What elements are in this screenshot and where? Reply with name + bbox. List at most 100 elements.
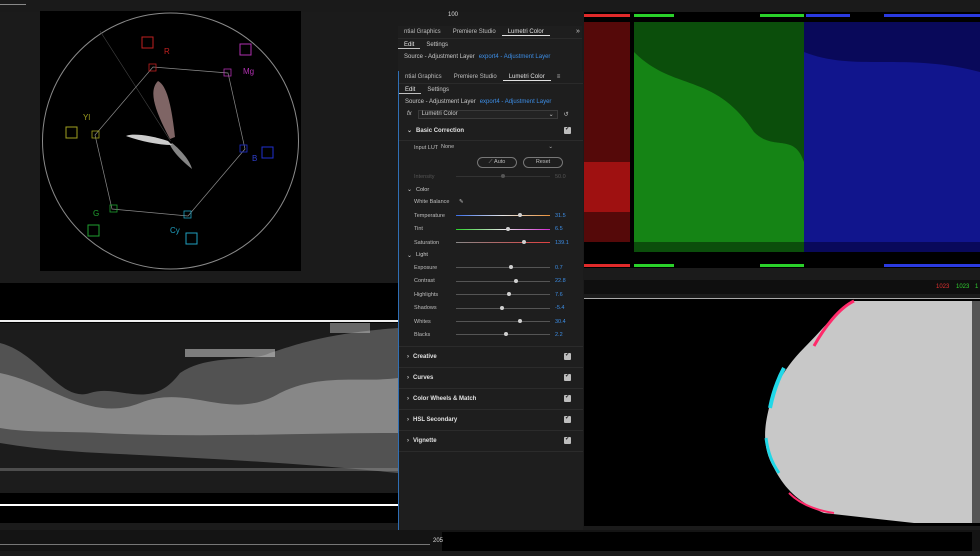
chevron-right-icon: ›: [407, 353, 409, 360]
section-vignette[interactable]: › Vignette: [399, 431, 583, 452]
temperature-value[interactable]: 31.5: [555, 213, 566, 219]
section-curves[interactable]: › Curves: [399, 368, 583, 389]
section-basic-correction[interactable]: ⌄ Basic Correction: [399, 121, 583, 141]
eyedropper-icon[interactable]: ✎: [459, 199, 464, 205]
color-sliders: Temperature 31.5 Tint 6.5 Saturation 139.1: [399, 209, 583, 249]
auto-button[interactable]: ⟋ Auto: [477, 156, 517, 168]
contrast-value[interactable]: 22.8: [555, 278, 566, 284]
white-balance-row: White Balance ✎: [399, 196, 583, 209]
reset-effect-icon[interactable]: ↺: [564, 111, 569, 118]
vectorscope-label-yl: Yl: [83, 113, 90, 122]
color-subsection[interactable]: ⌄ Color: [399, 184, 583, 196]
temperature-label: Temperature: [414, 212, 445, 219]
blacks-knob[interactable]: [503, 332, 508, 337]
lumetri-subtabs: Edit Settings: [399, 84, 583, 96]
exposure-value[interactable]: 0.7: [555, 265, 563, 271]
slider-row-contrast: Contrast 22.8: [399, 275, 583, 288]
exposure-slider[interactable]: [456, 265, 550, 270]
ghost-source-label[interactable]: Source - Adjustment Layer: [404, 54, 475, 60]
tint-slider[interactable]: [456, 226, 550, 231]
tint-value[interactable]: 6.5: [555, 226, 563, 232]
contrast-knob[interactable]: [514, 278, 519, 283]
intensity-value[interactable]: 50.0: [555, 174, 566, 180]
section-title: Creative: [413, 353, 437, 360]
input-lut-select[interactable]: None ⌄: [441, 144, 553, 151]
chevron-right-icon: ›: [407, 437, 409, 444]
section-checkbox[interactable]: [564, 393, 571, 403]
section-title: Basic Correction: [416, 127, 465, 134]
saturation-value[interactable]: 139.1: [555, 240, 569, 246]
intensity-label: Intensity: [414, 174, 435, 181]
section-color-wheels-match[interactable]: › Color Wheels & Match: [399, 389, 583, 410]
timeline-tick: [0, 4, 26, 5]
whites-knob[interactable]: [517, 318, 522, 323]
panel-menu-icon[interactable]: ≡: [551, 74, 567, 80]
highlights-label: Highlights: [414, 291, 439, 298]
highlights-knob[interactable]: [506, 292, 511, 297]
input-lut-value: None: [441, 144, 455, 150]
source-label[interactable]: Source - Adjustment Layer: [405, 99, 476, 105]
section-checkbox[interactable]: [564, 414, 571, 424]
tint-knob[interactable]: [505, 226, 510, 231]
section-checkbox[interactable]: [564, 351, 571, 361]
exposure-label: Exposure: [414, 265, 438, 272]
section-creative[interactable]: › Creative: [399, 347, 583, 368]
intensity-slider[interactable]: [456, 174, 550, 179]
slider-row-whites: Whites 30.4: [399, 315, 583, 328]
shadows-knob[interactable]: [500, 305, 505, 310]
histogram-readout-b: 1: [975, 284, 979, 290]
temperature-slider[interactable]: [456, 213, 550, 218]
rgb-parade-graph: [584, 14, 980, 267]
shadows-value[interactable]: -5.4: [555, 305, 564, 311]
temperature-knob[interactable]: [517, 213, 522, 218]
saturation-knob[interactable]: [521, 239, 526, 244]
light-subsection[interactable]: ⌄ Light: [399, 249, 583, 261]
tab-essential-graphics[interactable]: ntial Graphics: [399, 74, 448, 80]
saturation-slider[interactable]: [456, 239, 550, 244]
blacks-slider[interactable]: [456, 332, 550, 337]
whites-slider[interactable]: [456, 318, 550, 323]
ghost-subtab-edit[interactable]: Edit: [398, 42, 421, 49]
tint-label: Tint: [414, 226, 423, 233]
tab-premiere-studio[interactable]: Premiere Studio: [448, 74, 503, 80]
vectorscope-label-r: R: [164, 47, 170, 56]
source-link[interactable]: export4 - Adjustment Layer: [480, 99, 552, 105]
vectorscope-label-b: B: [252, 154, 257, 163]
basic-correction-checkbox[interactable]: [564, 125, 571, 134]
shadows-slider[interactable]: [456, 305, 550, 310]
vectorscope-label-cy: Cy: [170, 226, 180, 235]
intensity-knob[interactable]: [501, 174, 505, 179]
input-lut-row: Input LUT None ⌄: [399, 141, 583, 154]
contrast-slider[interactable]: [456, 278, 550, 283]
reset-button[interactable]: Reset: [523, 156, 563, 168]
bottom-dark-area: [442, 532, 972, 551]
blacks-value[interactable]: 2.2: [555, 332, 563, 338]
fx-row: fx Lumetri Color ⌄ ↺: [399, 107, 583, 121]
panel-expand-icon[interactable]: »: [576, 28, 580, 35]
section-checkbox[interactable]: [564, 435, 571, 445]
source-row: Source - Adjustment Layer export4 - Adju…: [399, 96, 583, 107]
section-title: Vignette: [413, 437, 437, 444]
section-checkbox[interactable]: [564, 372, 571, 382]
fx-icon[interactable]: fx: [407, 111, 412, 117]
ghost-subtab-settings[interactable]: Settings: [420, 42, 454, 48]
histogram-readout-r: 1023: [936, 284, 950, 290]
highlights-value[interactable]: 7.6: [555, 292, 563, 298]
auto-reset-row: ⟋ Auto Reset: [399, 154, 583, 170]
ghost-tab-lumetri[interactable]: Lumetri Color: [501, 29, 550, 36]
ghost-tab-graphics[interactable]: ntial Graphics: [398, 29, 447, 35]
slider-row-temperature: Temperature 31.5: [399, 209, 583, 222]
section-hsl-secondary[interactable]: › HSL Secondary: [399, 410, 583, 431]
lumetri-tabbar: ntial Graphics Premiere Studio Lumetri C…: [399, 71, 583, 84]
ghost-source-link[interactable]: export4 - Adjustment Layer: [479, 54, 551, 60]
subtab-edit[interactable]: Edit: [399, 87, 422, 94]
highlights-slider[interactable]: [456, 292, 550, 297]
subtab-settings[interactable]: Settings: [421, 87, 455, 93]
slider-row-tint: Tint 6.5: [399, 223, 583, 236]
lumetri-color-panel: ntial Graphics Premiere Studio Lumetri C…: [398, 71, 583, 532]
ghost-tab-premiere[interactable]: Premiere Studio: [447, 29, 502, 35]
tab-lumetri-color[interactable]: Lumetri Color: [502, 74, 551, 81]
whites-value[interactable]: 30.4: [555, 319, 566, 325]
effect-select[interactable]: Lumetri Color ⌄: [417, 109, 558, 119]
exposure-knob[interactable]: [509, 265, 514, 270]
